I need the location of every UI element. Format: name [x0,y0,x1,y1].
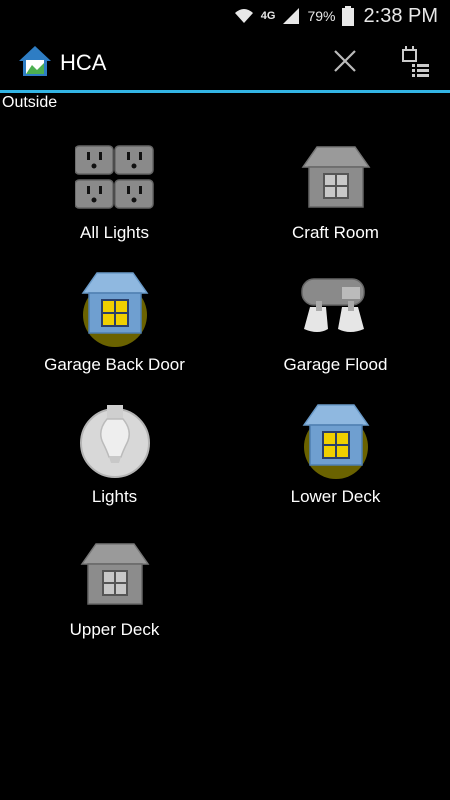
status-bar: 4G 79% 2:38 PM [0,0,450,32]
clock: 2:38 PM [363,4,438,27]
close-icon [334,50,356,72]
network-type: 4G [260,10,276,22]
battery-percent: 79% [307,8,336,24]
app-logo-icon[interactable] [17,43,53,79]
tile-craft-room[interactable]: Craft Room [223,134,448,266]
tile-all-lights[interactable]: All Lights [2,134,227,266]
house-dark-icon [291,134,381,219]
app-title: HCA [60,50,107,75]
tile-label: Lights [91,487,138,506]
tile-lower-deck[interactable]: Lower Deck [223,398,448,530]
tile-upper-deck[interactable]: Upper Deck [2,531,227,663]
tile-label: Garage Back Door [44,355,185,374]
signal-icon [283,8,300,24]
tile-label: Lower Deck [290,487,381,506]
tile-garage-flood[interactable]: Garage Flood [223,266,448,398]
tile-lights[interactable]: Lights [2,398,227,530]
close-button[interactable] [328,44,362,78]
floodlight-icon [291,266,381,351]
action-bar: HCA [0,32,450,93]
tile-garage-back-door[interactable]: Garage Back Door [2,266,227,398]
schedule-menu-button[interactable] [395,40,437,82]
house-lit-icon [70,266,160,351]
tile-label: All Lights [80,223,149,242]
battery-icon [341,6,354,26]
tile-label: Garage Flood [283,355,388,374]
outlets-icon [70,134,160,219]
section-label: Outside [2,94,58,111]
wifi-icon [234,9,253,23]
calendar-list-icon [402,46,429,77]
bulb-icon [70,398,160,483]
house-dark-icon [70,531,160,616]
tile-label: Craft Room [292,223,379,242]
tile-label: Upper Deck [69,620,160,639]
house-lit-icon [291,398,381,483]
